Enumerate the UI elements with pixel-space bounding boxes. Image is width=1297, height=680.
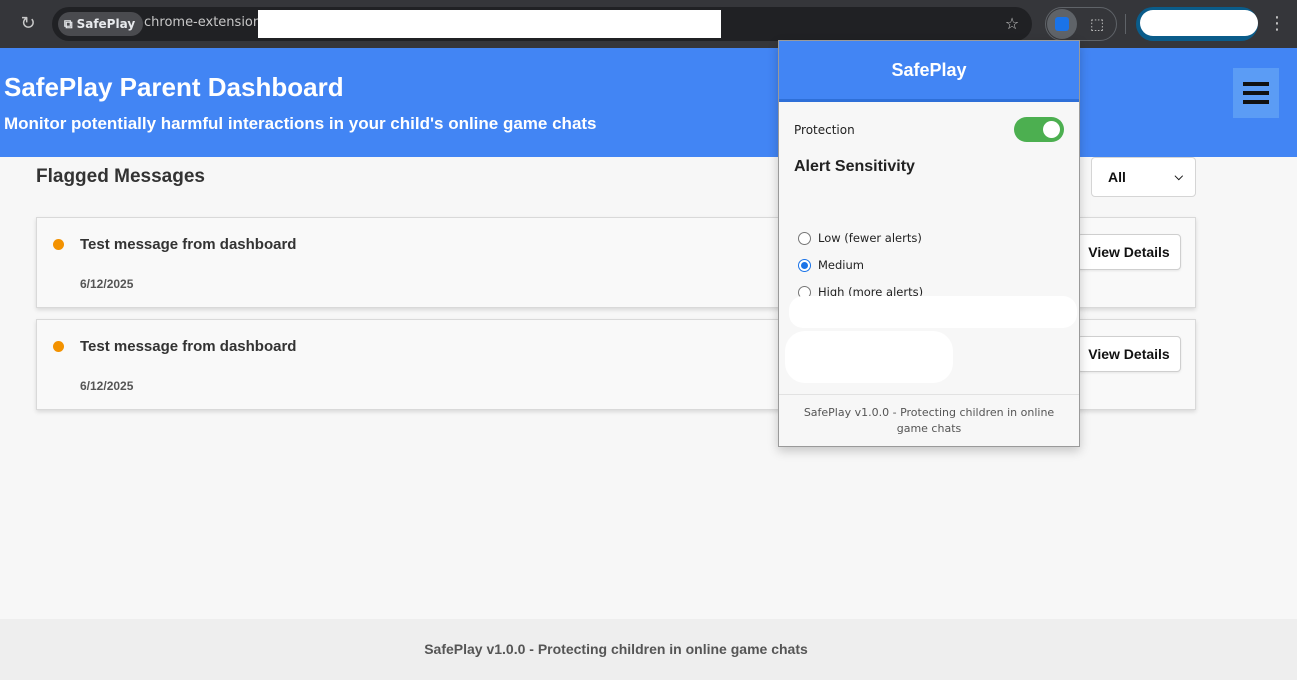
profile-button[interactable] [1136,7,1258,41]
radio-label: Low (fewer alerts) [818,231,922,245]
view-details-button[interactable]: View Details [1077,336,1181,372]
message-title: Test message from dashboard [80,338,297,355]
hamburger-menu-icon[interactable] [1233,68,1279,118]
puzzle-icon[interactable]: ⬚ [1086,14,1108,34]
site-chip-label: SafePlay [76,17,136,31]
filter-select-value: All [1108,169,1126,185]
site-info-chip[interactable]: ⧉ SafePlay [58,12,144,36]
profile-redaction [1140,10,1258,36]
popup-title: SafePlay [779,41,1079,102]
message-date: 6/12/2025 [80,277,134,291]
extension-popup: SafePlay Protection Alert Sensitivity Lo… [778,40,1080,447]
reload-icon[interactable]: ↻ [16,12,40,36]
footer-text: SafePlay v1.0.0 - Protecting children in… [424,641,808,657]
safeplay-extension-icon[interactable] [1047,9,1077,39]
radio-label: Medium [818,258,864,272]
url-redaction [258,10,721,38]
page-footer: SafePlay v1.0.0 - Protecting children in… [0,619,1297,680]
radio-low[interactable] [798,231,811,245]
popup-divider [779,394,1079,395]
sensitivity-title: Alert Sensitivity [794,158,915,175]
severity-dot [53,239,64,250]
popup-redaction [789,296,1077,328]
severity-dot [53,341,64,352]
chevron-down-icon: ⌵ [1174,170,1183,183]
address-bar[interactable]: ⧉ SafePlay chrome-extension:// ☆ [52,7,1032,41]
page-subtitle: Monitor potentially harmful interactions… [4,114,597,133]
section-title: Flagged Messages [36,166,205,187]
url-text: chrome-extension:// [144,15,275,30]
protection-toggle[interactable] [1014,117,1064,142]
sensitivity-option-low[interactable]: Low (fewer alerts) [798,231,922,245]
popup-redaction [785,331,953,383]
protection-label: Protection [794,123,855,137]
page-title: SafePlay Parent Dashboard [4,72,344,102]
extensions-group: ⬚ [1045,7,1117,41]
sensitivity-option-medium[interactable]: Medium [798,258,864,272]
message-date: 6/12/2025 [80,379,134,393]
radio-medium[interactable] [798,258,811,272]
browser-toolbar: ↻ ⧉ SafePlay chrome-extension:// ☆ ⬚ ⋮ [0,0,1297,48]
kebab-menu-icon[interactable]: ⋮ [1268,12,1286,36]
page-header: SafePlay Parent Dashboard Monitor potent… [0,48,1297,157]
toolbar-divider [1125,14,1126,34]
extension-page-icon: ⧉ [64,16,73,31]
view-details-button[interactable]: View Details [1077,234,1181,270]
filter-select[interactable]: All ⌵ [1091,157,1196,197]
star-icon[interactable]: ☆ [1000,12,1024,36]
popup-footer: SafePlay v1.0.0 - Protecting children in… [803,406,1055,435]
toggle-knob [1043,121,1060,138]
message-title: Test message from dashboard [80,236,297,253]
